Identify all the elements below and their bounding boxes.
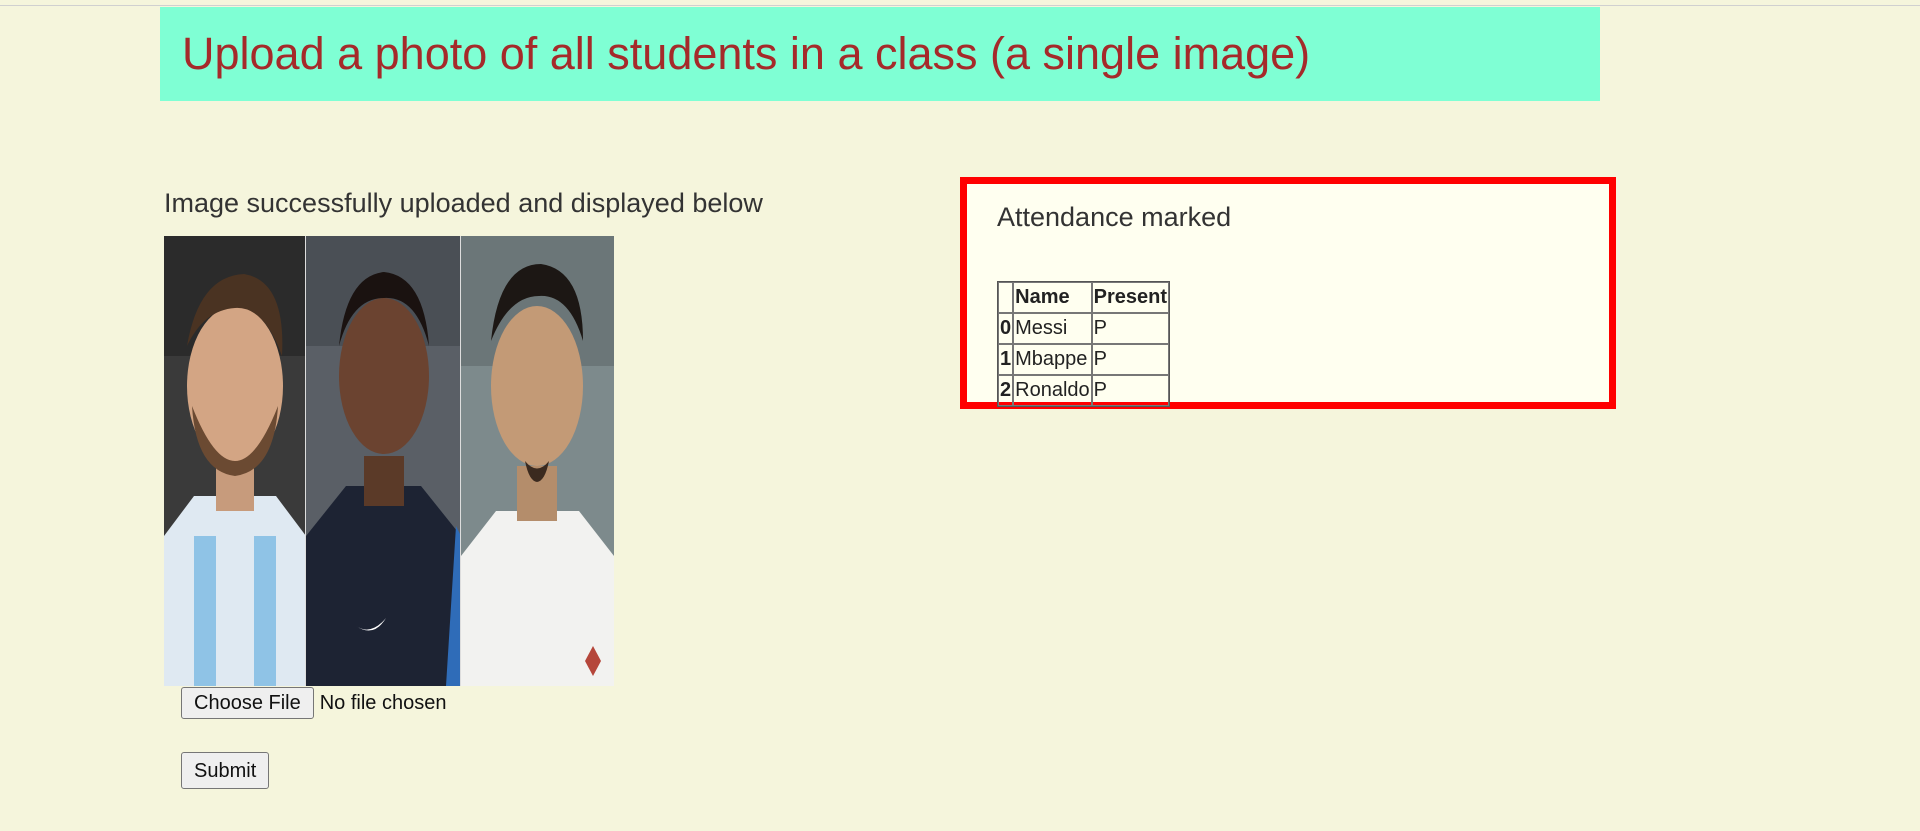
submit-button[interactable]: Submit <box>181 752 270 789</box>
file-status-text: No file chosen <box>319 691 447 714</box>
attendance-title: Attendance marked <box>997 202 1232 232</box>
page-title: Upload a photo of all students in a clas… <box>182 28 1311 79</box>
present-status: P <box>1091 313 1170 344</box>
upload-success-message: Image successfully uploaded and displaye… <box>164 188 763 218</box>
attendance-panel: Attendance marked Name Present 0 Messi P… <box>960 177 1616 409</box>
student-name: Mbappe <box>1013 344 1092 375</box>
attendance-table: Name Present 0 Messi P 1 Mbappe P 2 Rona… <box>997 281 1171 407</box>
student-name: Messi <box>1013 313 1092 344</box>
present-status: P <box>1091 344 1170 375</box>
student-photo-panel-2 <box>306 236 461 686</box>
student-photo-panel-3 <box>461 236 614 686</box>
student-photo-panel-1 <box>164 236 306 686</box>
table-header-row: Name Present <box>998 282 1170 313</box>
table-row: 1 Mbappe P <box>998 344 1170 375</box>
row-index: 0 <box>998 313 1014 344</box>
column-header-name: Name <box>1013 282 1092 313</box>
table-row: 0 Messi P <box>998 313 1170 344</box>
student-name: Ronaldo <box>1013 375 1092 406</box>
top-divider <box>0 5 1920 6</box>
row-index: 1 <box>998 344 1014 375</box>
uploaded-class-photo <box>164 236 614 686</box>
row-index: 2 <box>998 375 1014 406</box>
column-header-index <box>998 282 1014 313</box>
file-upload-control: Choose File No file chosen <box>181 687 446 719</box>
table-row: 2 Ronaldo P <box>998 375 1170 406</box>
choose-file-button[interactable]: Choose File <box>181 687 314 719</box>
present-status: P <box>1091 375 1170 406</box>
column-header-present: Present <box>1091 282 1170 313</box>
header-banner: Upload a photo of all students in a clas… <box>160 7 1600 101</box>
